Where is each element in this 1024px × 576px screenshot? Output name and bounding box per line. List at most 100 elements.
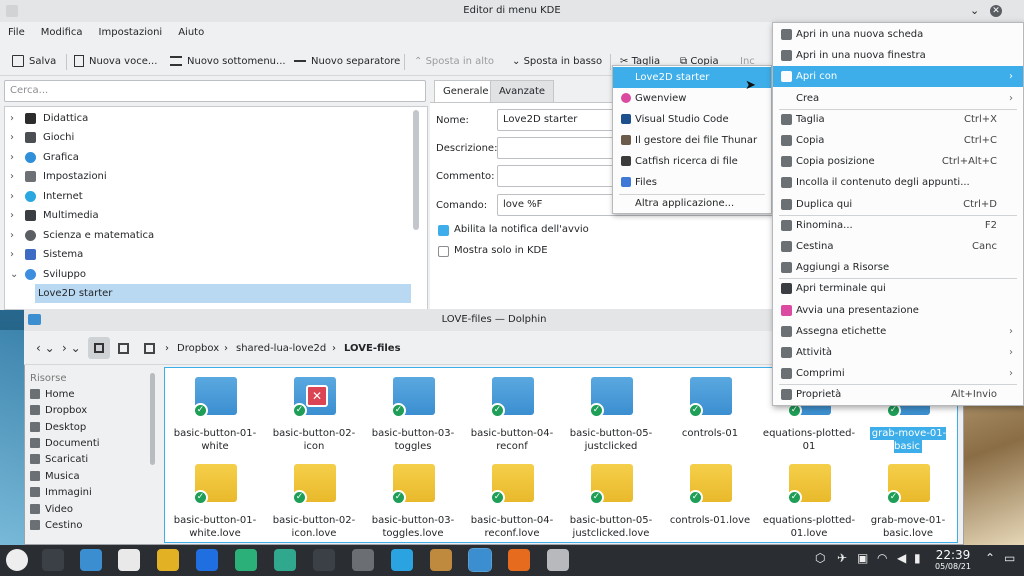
place-home[interactable]: Home <box>30 387 75 403</box>
folder-item[interactable]: ✓ basic-button-05-justclicked <box>563 377 659 453</box>
file-item[interactable]: ✓ basic-button-03-toggles.love <box>365 464 461 540</box>
firefox-icon[interactable] <box>508 549 530 571</box>
folder-item[interactable]: ✓ basic-button-04-reconf <box>464 377 560 453</box>
breadcrumb-dropbox[interactable]: Dropbox <box>177 343 219 354</box>
context-item-11[interactable]: Aggiungi a Risorse <box>773 257 1023 278</box>
clock-time[interactable]: 22:39 <box>930 548 976 562</box>
place-music[interactable]: Musica <box>30 469 80 485</box>
expand-arrow-icon[interactable]: › <box>10 167 14 186</box>
context-item-10[interactable]: Cestina Canc <box>773 236 1023 257</box>
context-item-6[interactable]: Copia posizione Ctrl+Alt+C <box>773 151 1023 172</box>
menu-help[interactable]: Aiuto <box>170 22 212 44</box>
notify-checkbox[interactable] <box>438 225 449 236</box>
expand-arrow-icon[interactable]: › <box>10 226 14 245</box>
volume-icon[interactable]: ◀ <box>897 551 906 565</box>
tree-item-internet[interactable]: › Internet <box>5 187 425 206</box>
wifi-icon[interactable]: ◠ <box>877 551 887 565</box>
tray-icon[interactable]: ✈ <box>837 551 847 565</box>
place-documents[interactable]: Documenti <box>30 436 100 452</box>
menu-edit[interactable]: Modifica <box>33 22 91 44</box>
expand-arrow-icon[interactable]: › <box>10 109 14 128</box>
expand-arrow-icon[interactable]: › <box>10 206 14 225</box>
tray-expand-icon[interactable]: ⌃ <box>985 551 995 565</box>
task-manager-icon[interactable] <box>42 549 64 571</box>
close-window-icon[interactable]: ✕ <box>990 5 1002 17</box>
context-item-14[interactable]: Assegna etichette › <box>773 321 1023 342</box>
store-icon[interactable] <box>80 549 102 571</box>
context-item-0[interactable]: Apri in una nuova scheda <box>773 24 1023 45</box>
app-teal-icon[interactable] <box>274 549 296 571</box>
context-item-7[interactable]: Incolla il contenuto degli appunti... <box>773 172 1023 193</box>
expand-arrow-icon[interactable]: › <box>10 187 14 206</box>
tree-item-grafica[interactable]: › Grafica <box>5 148 425 167</box>
tree-item-multimedia[interactable]: › Multimedia <box>5 206 425 225</box>
tree-item-sistema[interactable]: › Sistema <box>5 245 425 264</box>
context-item-17[interactable]: Proprietà Alt+Invio <box>773 384 1023 405</box>
folder-item[interactable]: ✕ ✓ basic-button-02-icon <box>266 377 362 453</box>
expand-arrow-icon[interactable]: › <box>10 128 14 147</box>
open-with-other[interactable]: Altra applicazione... <box>613 193 771 214</box>
context-item-3[interactable]: Crea › <box>773 88 1023 109</box>
open-with-files[interactable]: Files <box>613 172 771 193</box>
telegram-icon[interactable] <box>391 549 413 571</box>
new-item-button[interactable]: Nuova voce... <box>74 52 157 72</box>
file-item[interactable]: ✓ basic-button-05-justclicked.love <box>563 464 659 540</box>
place-videos[interactable]: Video <box>30 502 73 518</box>
show-desktop-icon[interactable]: ▭ <box>1004 551 1015 565</box>
paint-icon[interactable] <box>430 549 452 571</box>
details-view-icon[interactable] <box>144 343 155 354</box>
context-item-4[interactable]: Taglia Ctrl+X <box>773 109 1023 130</box>
move-down-button[interactable]: ⌄ Sposta in basso <box>512 52 602 72</box>
tab-avanzate[interactable]: Avanzate <box>490 80 555 102</box>
tray-icon[interactable]: ⬡ <box>815 551 825 565</box>
minimize-icon[interactable]: ⌄ <box>970 0 979 22</box>
file-item[interactable]: ✓ basic-button-02-icon.love <box>266 464 362 540</box>
menu-settings[interactable]: Impostazioni <box>91 22 171 44</box>
context-item-1[interactable]: Apri in una nuova finestra <box>773 45 1023 66</box>
tree-item-impostazioni[interactable]: › Impostazioni <box>5 167 425 186</box>
robot-icon[interactable] <box>352 549 374 571</box>
context-item-12[interactable]: Apri terminale qui <box>773 278 1023 299</box>
expand-arrow-icon[interactable]: › <box>10 148 14 167</box>
tree-scrollbar[interactable] <box>413 110 419 230</box>
menu-editor-icon[interactable] <box>547 549 569 571</box>
save-button[interactable]: Salva <box>12 52 56 72</box>
back-icon[interactable]: ‹ ⌄ <box>36 337 55 359</box>
forward-icon[interactable]: › ⌄ <box>62 337 81 359</box>
breadcrumb-shared[interactable]: shared-lua-love2d <box>236 343 326 354</box>
tree-item-scienza[interactable]: › Scienza e matematica <box>5 226 425 245</box>
tab-generale[interactable]: Generale <box>434 80 498 102</box>
open-with-catfish[interactable]: Catfish ricerca di file <box>613 151 771 172</box>
chrome-icon[interactable] <box>157 549 179 571</box>
open-with-thunar[interactable]: Il gestore dei file Thunar <box>613 130 771 151</box>
places-scrollbar[interactable] <box>150 373 155 465</box>
terminal-icon[interactable] <box>313 549 335 571</box>
tree-item-didattica[interactable]: › Didattica <box>5 109 425 128</box>
app-green-icon[interactable] <box>235 549 257 571</box>
new-separator-button[interactable]: Nuovo separatore <box>294 52 400 72</box>
context-item-2[interactable]: Apri con › <box>773 66 1023 88</box>
place-desktop[interactable]: Desktop <box>30 420 86 436</box>
menu-file[interactable]: File <box>0 22 33 44</box>
context-item-5[interactable]: Copia Ctrl+C <box>773 130 1023 151</box>
place-downloads[interactable]: Scaricati <box>30 452 88 468</box>
context-item-15[interactable]: Attività › <box>773 342 1023 363</box>
file-item[interactable]: ✓ controls-01.love <box>662 464 758 540</box>
clock-date[interactable]: 05/08/21 <box>930 562 976 571</box>
new-submenu-button[interactable]: Nuovo sottomenu... <box>170 52 286 72</box>
file-item[interactable]: ✓ basic-button-01-white.love <box>167 464 263 540</box>
file-item[interactable]: ✓ grab-move-01-basic.love <box>860 464 956 540</box>
context-item-13[interactable]: Avvia una presentazione <box>773 300 1023 321</box>
place-pictures[interactable]: Immagini <box>30 485 92 501</box>
collapse-arrow-icon[interactable]: ⌄ <box>10 265 18 284</box>
move-up-button[interactable]: ⌃ Sposta in alto <box>414 52 494 72</box>
search-input[interactable]: Cerca... <box>4 80 426 102</box>
application-launcher-icon[interactable] <box>6 549 28 571</box>
clipboard-icon[interactable]: ▣ <box>857 551 868 565</box>
context-item-8[interactable]: Duplica qui Ctrl+D <box>773 194 1023 215</box>
document-icon[interactable] <box>118 549 140 571</box>
folder-item[interactable]: ✓ basic-button-01-white <box>167 377 263 453</box>
icons-view-button[interactable] <box>88 337 110 359</box>
kde-only-checkbox[interactable] <box>438 246 449 257</box>
expand-arrow-icon[interactable]: › <box>10 245 14 264</box>
